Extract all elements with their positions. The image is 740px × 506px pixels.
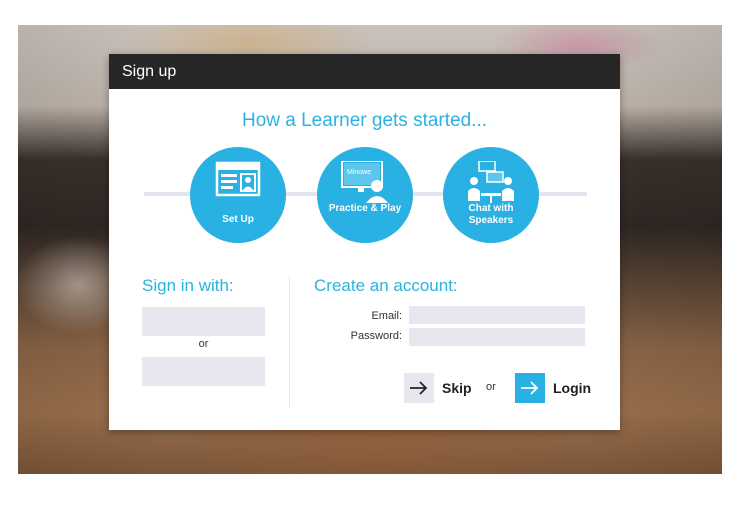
step-label: Chat with Speakers bbox=[468, 203, 514, 226]
arrow-right-icon bbox=[515, 373, 545, 403]
step-label: Practice & Play bbox=[328, 203, 402, 214]
id-card-icon bbox=[190, 161, 286, 207]
signin-provider-button-2[interactable] bbox=[142, 357, 265, 386]
skip-button[interactable]: Skip bbox=[404, 373, 472, 403]
onboarding-headline: How a Learner gets started... bbox=[241, 110, 487, 131]
login-button[interactable]: Login bbox=[515, 373, 591, 403]
signin-or-separator: or bbox=[198, 338, 209, 350]
password-field[interactable] bbox=[409, 328, 585, 346]
email-field[interactable] bbox=[409, 306, 585, 324]
skip-label: Skip bbox=[442, 380, 472, 396]
arrow-right-icon bbox=[404, 373, 434, 403]
login-label: Login bbox=[553, 380, 592, 396]
monitor-screen-text: Minowe bbox=[347, 169, 371, 176]
actions-or-separator: or bbox=[486, 381, 496, 393]
monitor-user-icon: Minowe bbox=[317, 160, 413, 207]
create-account-title: Create an account: bbox=[314, 276, 458, 295]
step-set-up: Set Up bbox=[190, 147, 286, 243]
column-divider bbox=[289, 276, 290, 408]
dialog-title: Sign up bbox=[109, 54, 620, 89]
step-practice-play: Minowe Practice & Play bbox=[317, 147, 413, 243]
signin-title: Sign in with: bbox=[142, 276, 234, 295]
email-label: Email: bbox=[371, 310, 402, 322]
password-label: Password: bbox=[350, 330, 402, 342]
step-label: Set Up bbox=[222, 214, 254, 225]
chat-people-icon bbox=[443, 160, 539, 207]
step-chat-speakers: Chat with Speakers bbox=[443, 147, 539, 243]
signin-provider-button-1[interactable] bbox=[142, 307, 265, 336]
signup-dialog: Sign up How a Learner gets started... Se… bbox=[109, 54, 620, 430]
